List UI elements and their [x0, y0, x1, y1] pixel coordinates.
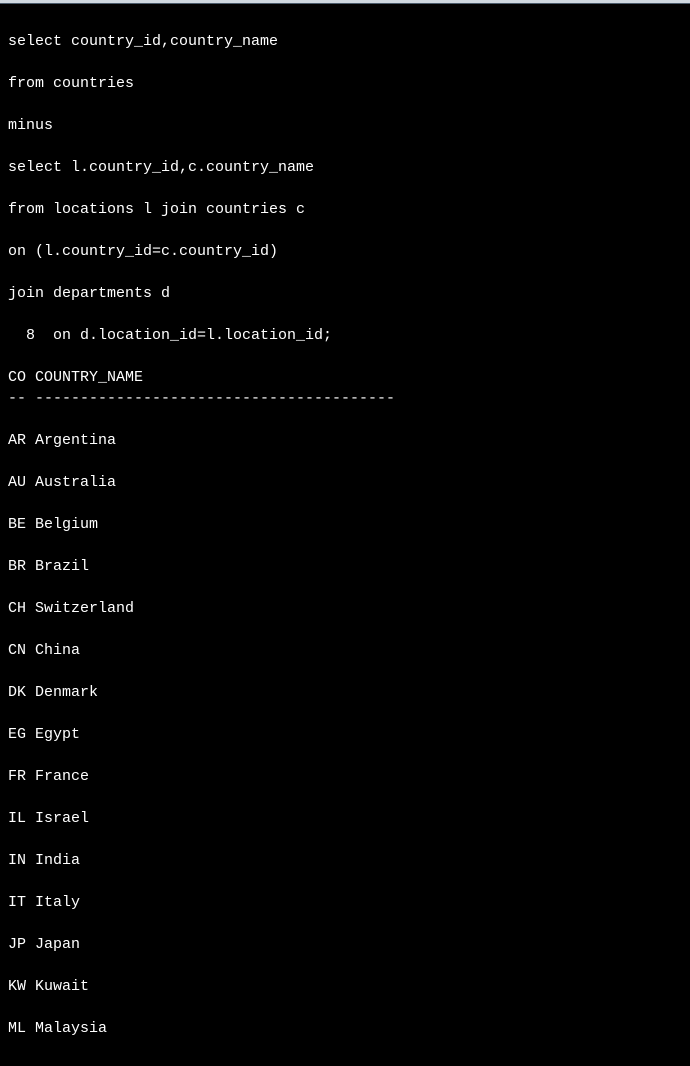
- result-row: IT Italy: [8, 892, 682, 913]
- result-row: ML Malaysia: [8, 1018, 682, 1039]
- result-row: CH Switzerland: [8, 598, 682, 619]
- result-row: AU Australia: [8, 472, 682, 493]
- sql-query-line: minus: [8, 115, 682, 136]
- terminal-output[interactable]: select country_id,country_name from coun…: [0, 4, 690, 1066]
- sql-query-line: 8 on d.location_id=l.location_id;: [8, 325, 682, 346]
- sql-query-line: select l.country_id,c.country_name: [8, 157, 682, 178]
- result-header: CO COUNTRY_NAME: [8, 369, 143, 386]
- sql-query-line: join departments d: [8, 283, 682, 304]
- result-row: DK Denmark: [8, 682, 682, 703]
- result-row: IN India: [8, 850, 682, 871]
- result-row: BR Brazil: [8, 556, 682, 577]
- result-row: JP Japan: [8, 934, 682, 955]
- result-row: EG Egypt: [8, 724, 682, 745]
- result-row: KW Kuwait: [8, 976, 682, 997]
- sql-query-line: select country_id,country_name: [8, 31, 682, 52]
- result-row: FR France: [8, 766, 682, 787]
- sql-query-line: from countries: [8, 73, 682, 94]
- result-row: AR Argentina: [8, 430, 682, 451]
- sql-query-line: from locations l join countries c: [8, 199, 682, 220]
- sql-query-line: on (l.country_id=c.country_id): [8, 241, 682, 262]
- result-row: IL Israel: [8, 808, 682, 829]
- result-row: BE Belgium: [8, 514, 682, 535]
- result-row: CN China: [8, 640, 682, 661]
- result-separator: -- -------------------------------------…: [8, 388, 682, 409]
